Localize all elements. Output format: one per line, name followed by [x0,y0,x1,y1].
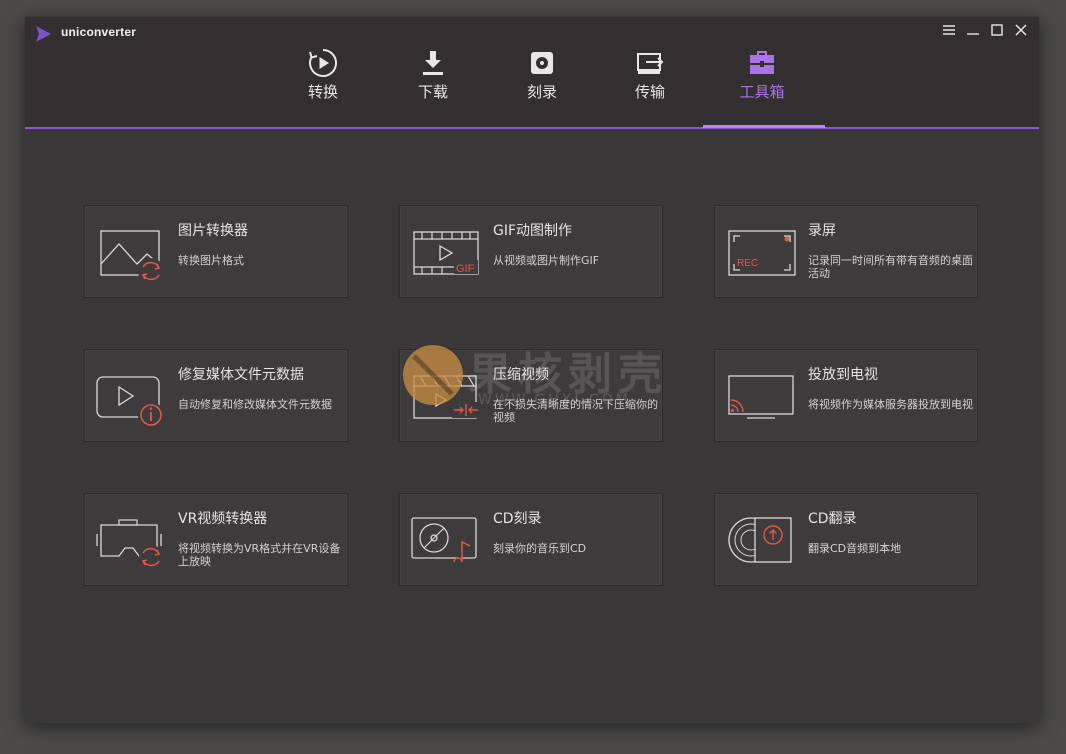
tool-fix-metadata[interactable]: 修复媒体文件元数据 自动修复和修改媒体文件元数据 [84,349,348,442]
card-desc: 自动修复和修改媒体文件元数据 [178,398,332,411]
tab-label: 下载 [417,83,448,101]
tab-label: 转换 [307,83,338,101]
tool-gif-maker[interactable]: GIF GIF动图制作 从视频或图片制作GIF [399,205,663,298]
compress-video-icon [413,375,480,419]
card-desc: 刻录你的音乐到CD [493,542,587,555]
tab-download[interactable]: 下载 [378,47,488,107]
tab-convert[interactable]: 转换 [268,47,378,107]
active-tab-indicator [703,125,825,128]
card-desc: 在不损失清晰度的情况下压缩你的视频 [493,398,658,424]
tool-screen-recorder[interactable]: REC 录屏 记录同一时间所有带有音频的桌面活动 [714,205,978,298]
card-desc: 转换图片格式 [178,254,244,267]
card-title: 投放到电视 [808,367,878,383]
card-title: 图片转换器 [178,223,248,239]
window-controls [939,21,1031,39]
image-convert-icon [100,230,164,282]
tool-compress-video[interactable]: 压缩视频 在不损失清晰度的情况下压缩你的视频 [399,349,663,442]
svg-text:REC: REC [737,258,758,269]
close-icon[interactable] [1011,21,1031,39]
maximize-icon[interactable] [987,21,1007,39]
card-title: VR视频转换器 [178,511,268,527]
toolbox-icon [750,51,774,74]
tab-burn[interactable]: 刻录 [487,47,597,107]
cast-to-tv-icon [728,375,794,419]
title-bar: uniconverter 转换 下载 刻录 传输 工具箱 [25,17,1039,127]
tab-label: 工具箱 [739,83,785,101]
tab-toolbox[interactable]: 工具箱 [707,47,817,107]
card-title: CD翻录 [808,511,857,527]
menu-icon[interactable] [939,21,959,39]
burn-icon [531,52,553,74]
svg-text:GIF: GIF [456,263,475,275]
card-desc: 记录同一时间所有带有音频的桌面活动 [808,254,973,280]
tab-divider [25,127,1039,129]
gif-maker-icon: GIF [413,231,479,275]
app-logo-icon [36,26,51,42]
screen-record-icon: REC [728,230,796,276]
vr-convert-icon [96,519,163,569]
fix-metadata-icon [96,376,164,426]
tool-image-converter[interactable]: 图片转换器 转换图片格式 [84,205,348,298]
app-window: uniconverter 转换 下载 刻录 传输 工具箱 图片转换器 转换图片格… [25,17,1039,723]
card-desc: 从视频或图片制作GIF [493,254,600,267]
card-desc: 将视频作为媒体服务器投放到电视 [808,398,973,411]
tool-cast-to-tv[interactable]: 投放到电视 将视频作为媒体服务器投放到电视 [714,349,978,442]
card-title: GIF动图制作 [493,223,573,239]
tab-label: 传输 [634,83,665,101]
cd-burn-icon [411,517,477,563]
cd-rip-icon [728,517,792,563]
transfer-icon [637,53,664,74]
tool-vr-converter[interactable]: VR视频转换器 将视频转换为VR格式并在VR设备上放映 [84,493,348,586]
convert-icon [309,49,338,77]
app-title: uniconverter [61,25,137,39]
tab-label: 刻录 [526,83,557,101]
tool-cd-ripper[interactable]: CD翻录 翻录CD音频到本地 [714,493,978,586]
card-title: 录屏 [808,223,836,239]
minimize-icon[interactable] [963,21,983,39]
tab-transfer[interactable]: 传输 [595,47,705,107]
card-desc: 将视频转换为VR格式并在VR设备上放映 [178,542,341,568]
download-icon [423,51,443,75]
card-title: 修复媒体文件元数据 [178,367,304,383]
card-desc: 翻录CD音频到本地 [808,542,902,555]
card-title: 压缩视频 [493,367,549,383]
tool-cd-burner[interactable]: CD刻录 刻录你的音乐到CD [399,493,663,586]
card-title: CD刻录 [493,511,542,527]
